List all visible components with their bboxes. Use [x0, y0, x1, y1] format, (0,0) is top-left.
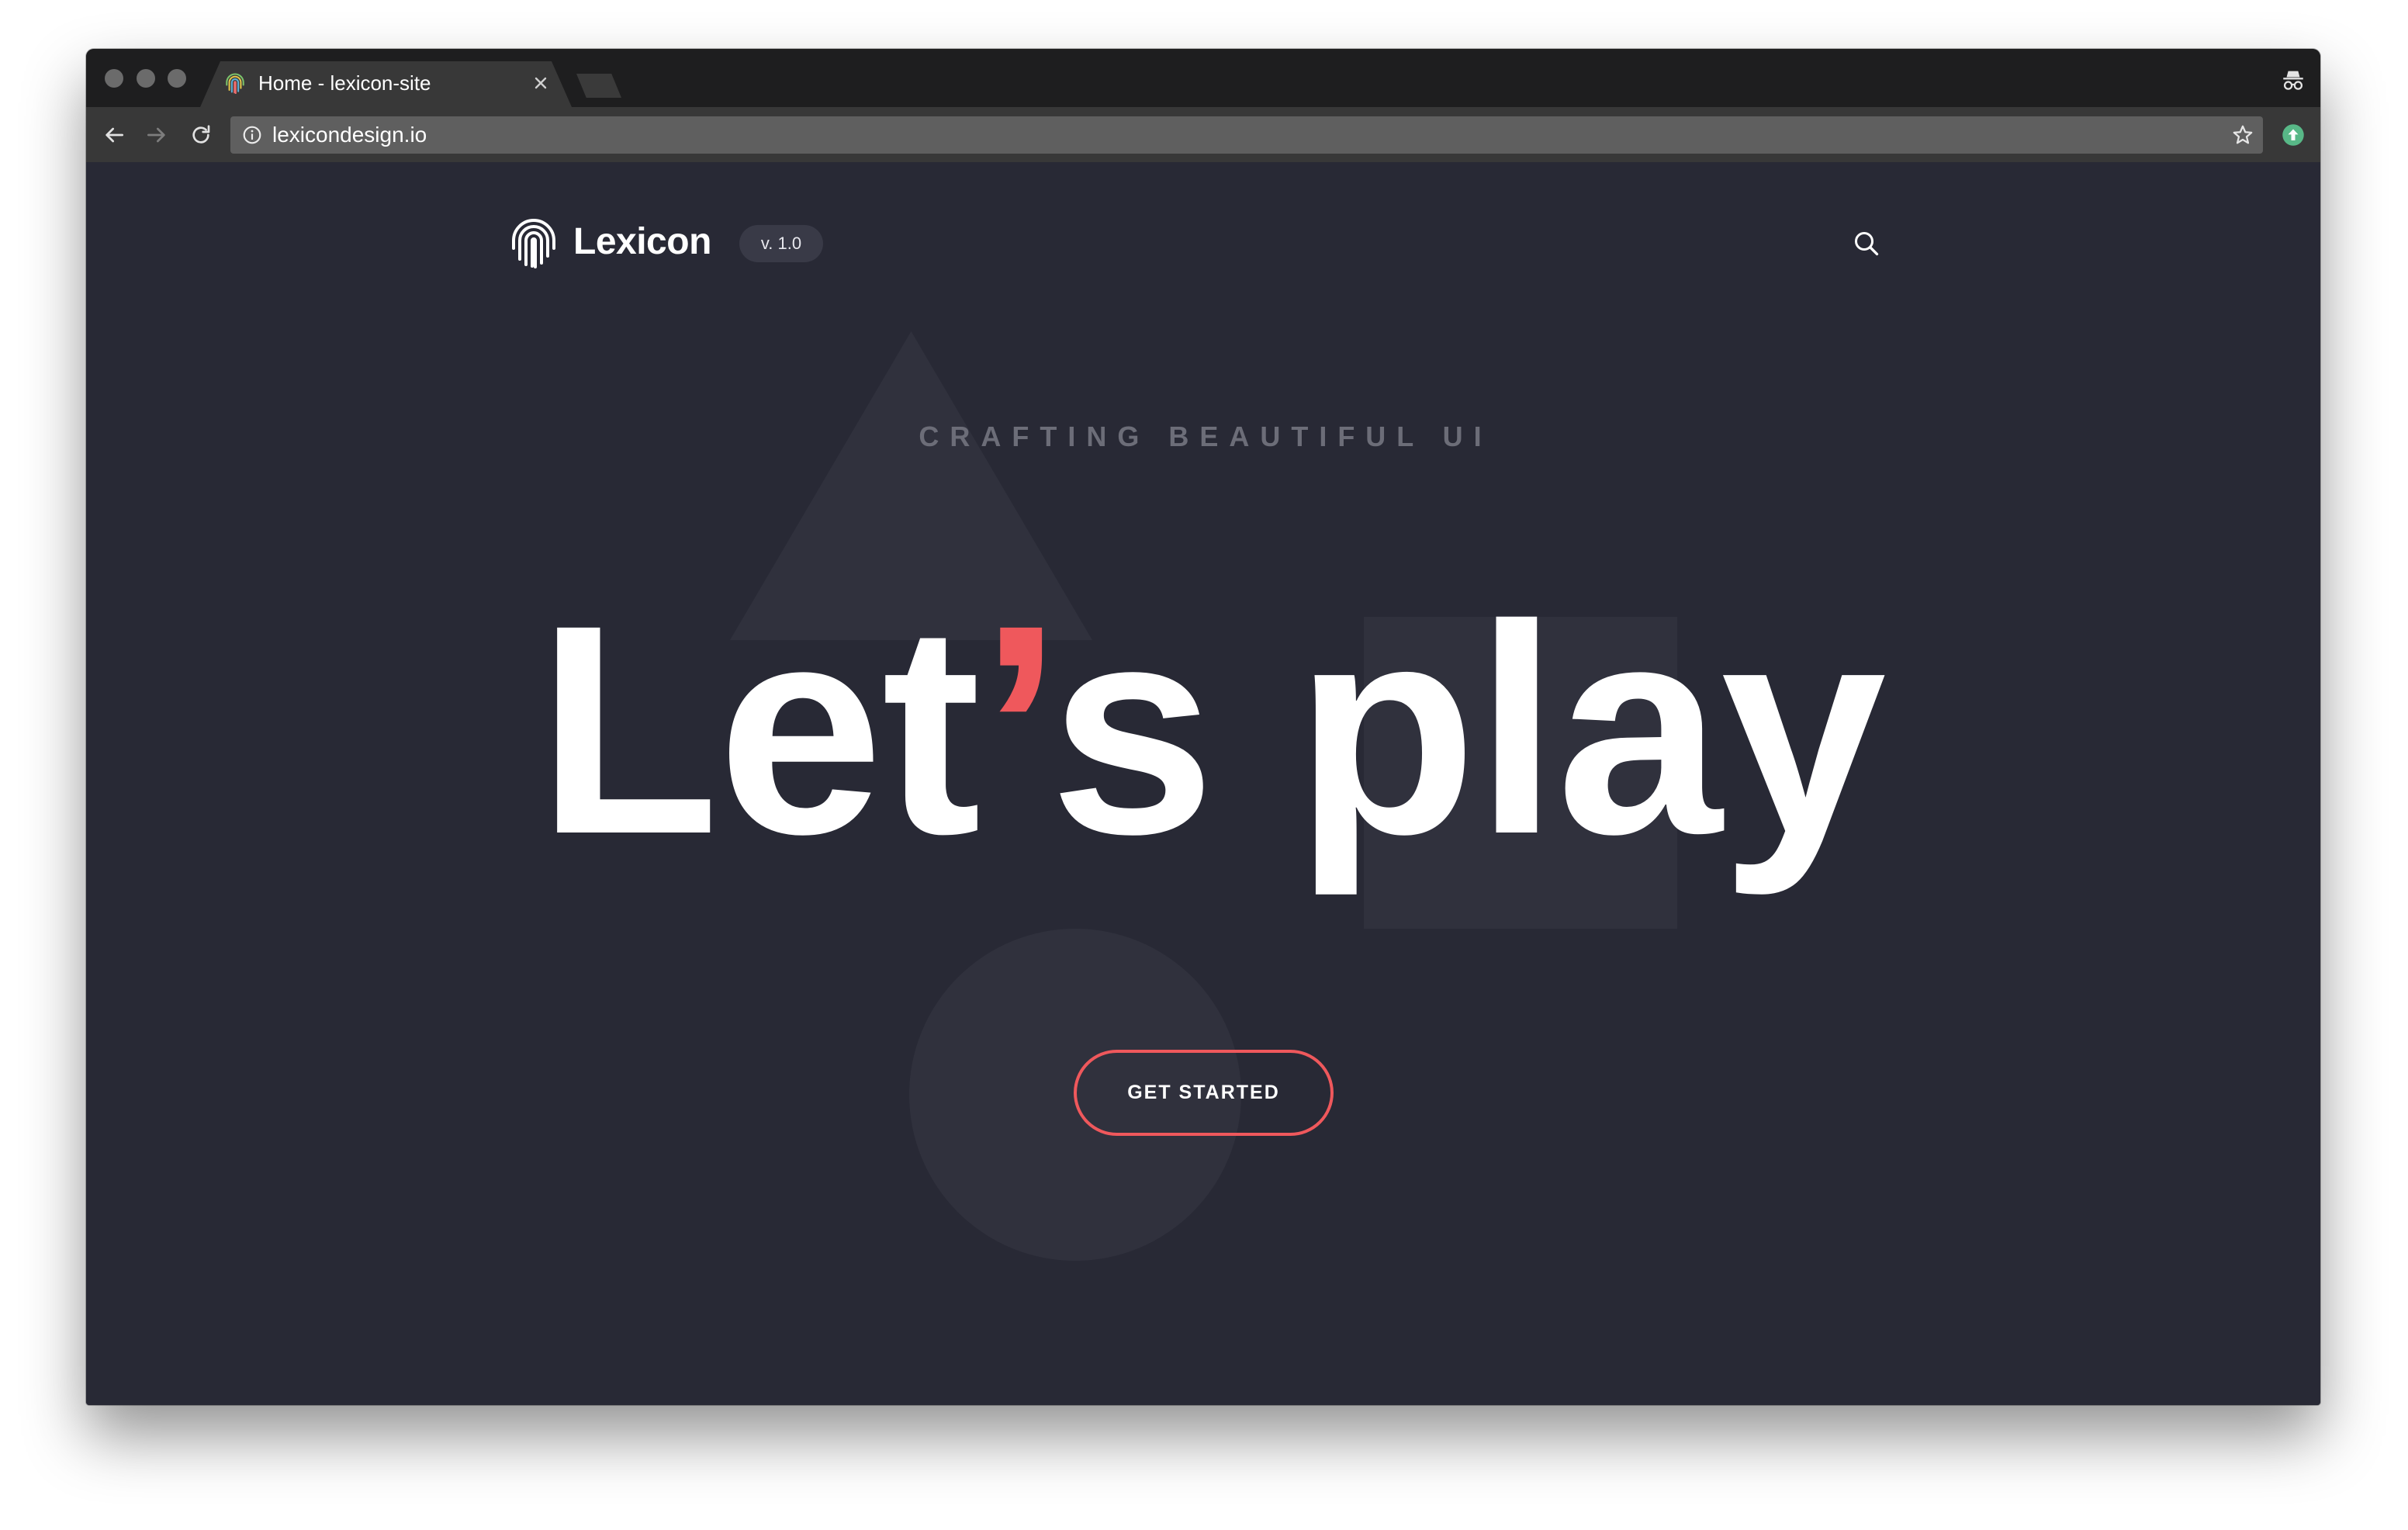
headline-apostrophe: ’: [979, 563, 1050, 896]
reload-icon[interactable]: [189, 123, 213, 147]
forward-arrow-icon[interactable]: [144, 123, 169, 147]
fingerprint-logo-icon: [512, 219, 555, 268]
hero-eyebrow: CRAFTING BEAUTIFUL UI: [919, 421, 1493, 452]
window-zoom-button[interactable]: [168, 69, 186, 88]
address-bar[interactable]: lexicondesign.io: [230, 116, 2263, 154]
incognito-icon: [2283, 71, 2303, 90]
search-icon[interactable]: [1853, 230, 1880, 258]
url-text[interactable]: lexicondesign.io: [272, 116, 427, 154]
headline-part-after: s play: [1049, 563, 1887, 896]
back-arrow-icon[interactable]: [102, 123, 126, 147]
version-badge: v. 1.0: [739, 225, 823, 262]
browser-toolbar: lexicondesign.io: [86, 107, 2320, 162]
tab-title: Home - lexicon-site: [258, 71, 431, 95]
extension-update-icon[interactable]: [2282, 123, 2305, 147]
brand-name[interactable]: Lexicon: [573, 219, 711, 265]
tab-home[interactable]: Home - lexicon-site: [200, 61, 572, 107]
browser-window: Home - lexicon-site lexicondesign.io Lex…: [86, 49, 2320, 1405]
page-viewport: Lexicon v. 1.0 CRAFTING BEAUTIFUL UI Let…: [86, 162, 2320, 1405]
tab-strip: Home - lexicon-site: [86, 49, 2320, 107]
window-close-button[interactable]: [105, 69, 123, 88]
window-minimize-button[interactable]: [137, 69, 155, 88]
headline-part-before: Let: [537, 563, 981, 896]
star-icon[interactable]: [2231, 123, 2254, 147]
close-icon[interactable]: [532, 74, 549, 92]
lexicon-fingerprint-icon: [224, 72, 246, 94]
new-tab-icon[interactable]: [576, 74, 621, 98]
hero-headline: Let’s play: [94, 581, 2320, 879]
info-icon[interactable]: [242, 125, 262, 145]
get-started-button[interactable]: GET STARTED: [1074, 1050, 1334, 1136]
